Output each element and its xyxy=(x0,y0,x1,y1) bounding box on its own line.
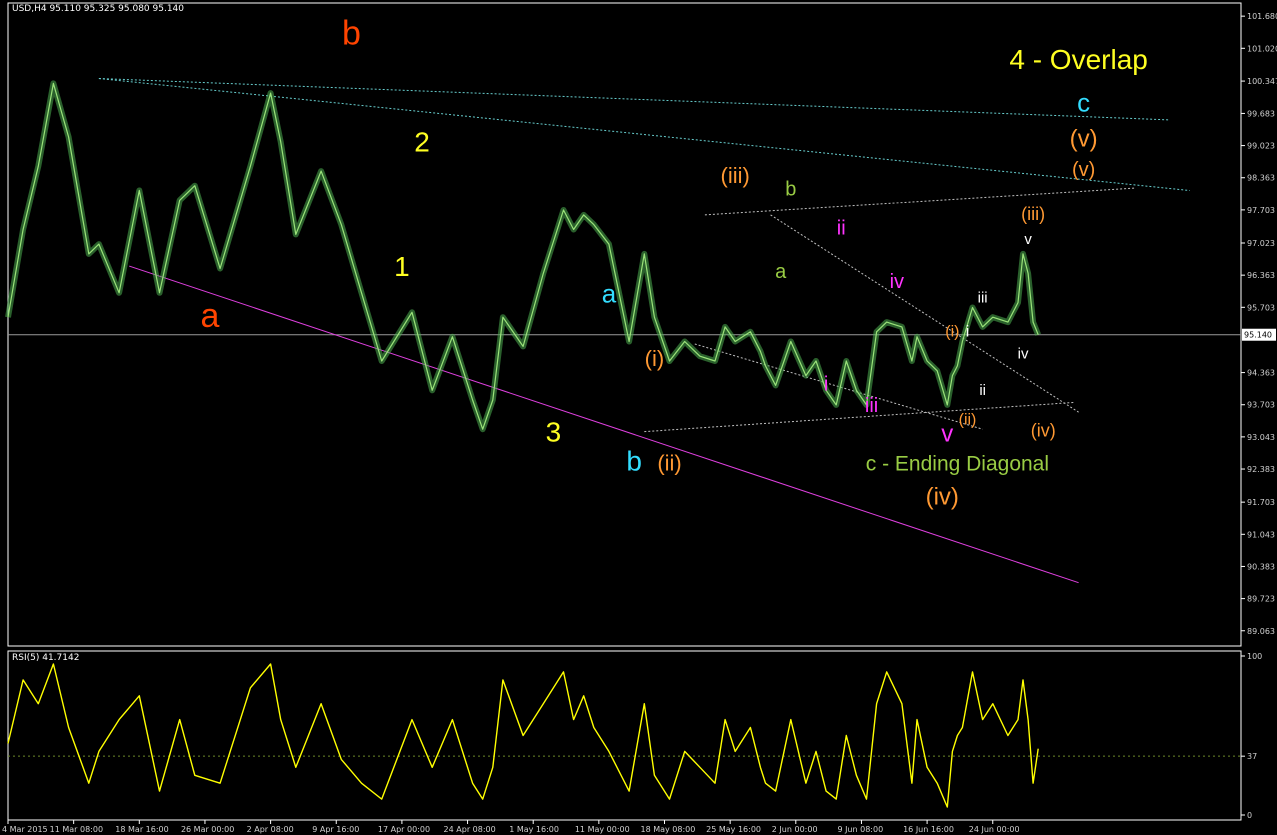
price-tick-label: 97.703 xyxy=(1247,206,1275,215)
price-tick-label: 96.363 xyxy=(1247,271,1275,280)
wave-label: iv xyxy=(890,271,904,293)
price-tick-label: 89.063 xyxy=(1247,627,1275,636)
wave-label: (i) xyxy=(645,346,665,371)
time-tick-label: 25 May 16:00 xyxy=(706,825,761,834)
wave-label: 1 xyxy=(394,251,410,282)
price-tick-label: 93.043 xyxy=(1247,433,1275,442)
price-tick-label: 92.383 xyxy=(1247,465,1275,474)
price-tick-label: 98.363 xyxy=(1247,174,1275,183)
wave-label: i xyxy=(824,373,828,395)
wave-label: (v) xyxy=(1072,159,1095,181)
wave-label: iii xyxy=(865,395,878,417)
price-tick-label: 101.680 xyxy=(1247,12,1277,21)
rsi-tick-label: 37 xyxy=(1247,752,1257,761)
time-tick-label: 11 Mar 08:00 xyxy=(50,825,103,834)
price-tick-label: 100.347 xyxy=(1247,77,1277,86)
wave-label: b xyxy=(342,14,361,52)
price-tick-label: 89.723 xyxy=(1247,595,1275,604)
wave-label: v xyxy=(941,420,953,447)
wave-label: iv xyxy=(1018,346,1029,363)
price-tick-label: 90.383 xyxy=(1247,562,1275,571)
time-tick-label: 24 Jun 00:00 xyxy=(969,825,1020,834)
wave-label: b xyxy=(785,178,796,200)
time-tick-label: 1 May 16:00 xyxy=(509,825,559,834)
wave-label: (iv) xyxy=(1031,421,1056,441)
wave-label: 4 - Overlap xyxy=(1009,44,1148,75)
price-tick-label: 99.023 xyxy=(1247,142,1275,151)
wave-label: (iii) xyxy=(1021,204,1045,224)
wave-label: c - Ending Diagonal xyxy=(866,453,1049,476)
chart: USD,H4 95.110 95.325 95.080 95.140 RSI(5… xyxy=(0,0,1277,835)
time-tick-label: 9 Apr 16:00 xyxy=(312,825,359,834)
chart-title: USD,H4 95.110 95.325 95.080 95.140 xyxy=(12,4,184,14)
time-tick-label: 16 Jun 16:00 xyxy=(903,825,954,834)
time-tick-label: 2 Jun 00:00 xyxy=(772,825,818,834)
wave-label: b xyxy=(626,446,642,477)
rsi-tick-label: 0 xyxy=(1247,811,1252,820)
price-tick-label: 99.683 xyxy=(1247,109,1275,118)
time-tick-label: 18 May 08:00 xyxy=(641,825,696,834)
wave-label: ii xyxy=(837,217,846,239)
wave-label: (iv) xyxy=(926,484,959,511)
price-tick-label: 97.023 xyxy=(1247,239,1275,248)
price-tick-label: 91.043 xyxy=(1247,530,1275,539)
price-tick-label: 101.020 xyxy=(1247,44,1277,53)
time-tick-label: 17 Apr 00:00 xyxy=(378,825,430,834)
wave-label: i xyxy=(966,324,970,341)
wave-label: (ii) xyxy=(959,411,977,428)
price-tick-label: 95.703 xyxy=(1247,303,1275,312)
wave-label: 2 xyxy=(414,127,430,158)
time-tick-label: 9 Jun 08:00 xyxy=(837,825,883,834)
wave-label: c xyxy=(1077,88,1090,118)
price-tick-label: 91.703 xyxy=(1247,498,1275,507)
wave-label: a xyxy=(775,261,787,283)
wave-label: a xyxy=(602,279,617,309)
time-tick-label: 26 Mar 00:00 xyxy=(181,825,234,834)
wave-label: (iii) xyxy=(721,163,750,188)
time-tick-label: 4 Mar 2015 xyxy=(2,825,48,834)
wave-label: (v) xyxy=(1070,126,1098,153)
time-tick-label: 2 Apr 08:00 xyxy=(247,825,294,834)
time-tick-label: 18 Mar 16:00 xyxy=(115,825,168,834)
time-tick-label: 11 May 00:00 xyxy=(575,825,630,834)
price-tick-label: 94.363 xyxy=(1247,369,1275,378)
rsi-tick-label: 100 xyxy=(1247,652,1262,661)
rsi-label: RSI(5) 41.7142 xyxy=(12,653,79,663)
current-price-label: 95.140 xyxy=(1244,331,1272,340)
wave-label: (ii) xyxy=(657,451,681,476)
wave-label: (i) xyxy=(945,324,959,341)
wave-label: a xyxy=(201,297,220,335)
wave-label: v xyxy=(1024,231,1032,248)
time-tick-label: 24 Apr 08:00 xyxy=(444,825,496,834)
wave-label: ii xyxy=(979,382,986,399)
price-tick-label: 93.703 xyxy=(1247,401,1275,410)
wave-label: 3 xyxy=(546,416,562,447)
wave-label: iii xyxy=(978,290,988,307)
